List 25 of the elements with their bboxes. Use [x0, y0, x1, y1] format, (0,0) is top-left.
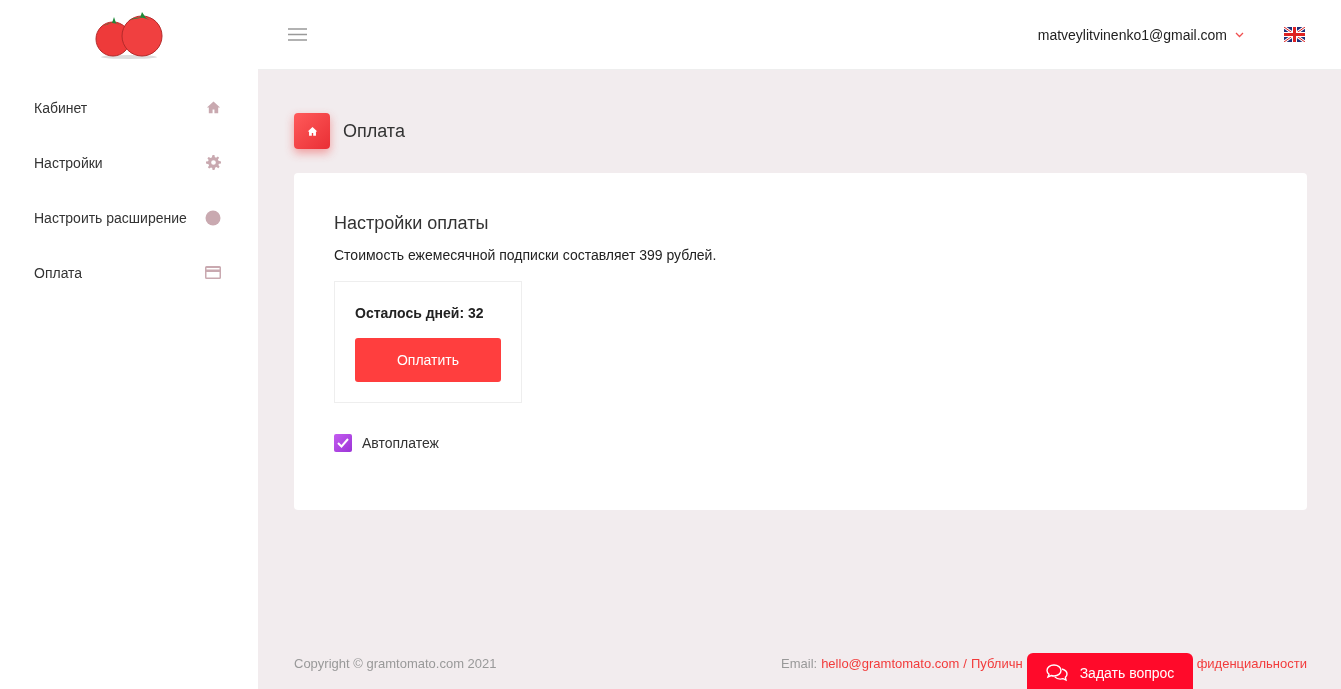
credit-card-icon [205, 266, 221, 279]
sidebar-item[interactable]: Настроить расширение [0, 190, 258, 245]
flag-icon[interactable] [1284, 27, 1305, 42]
chat-button[interactable]: Задать вопрос [1027, 653, 1193, 689]
menu-icon[interactable] [288, 28, 307, 41]
settings-icon [206, 155, 221, 170]
home-icon [206, 100, 221, 115]
autopay-label: Автоплатеж [362, 435, 439, 451]
page-title: Оплата [343, 120, 405, 142]
sidebar-item[interactable]: Настройки [0, 135, 258, 190]
circle-icon [205, 209, 221, 226]
chat-icon [1045, 664, 1068, 682]
tomato-logo [93, 11, 165, 59]
price-description: Стоимость ежемесячной подписки составляет 399 рублей. [334, 247, 717, 263]
caret-icon [1235, 31, 1244, 38]
card-title: Настройки оплаты [334, 213, 489, 234]
copyright-text: Copyright © gramtomato.com 2021 [294, 655, 497, 671]
sidebar-item[interactable]: Кабинет [0, 80, 258, 135]
autopay-checkbox[interactable] [334, 434, 352, 452]
home-badge [294, 113, 330, 149]
user-menu[interactable]: matveylitvinenko1@gmail.com [1031, 25, 1250, 44]
separator: / [963, 655, 967, 671]
sidebar-item[interactable]: Оплата [0, 245, 258, 300]
email-label: Email: [781, 655, 818, 671]
days-left: Осталось дней: 32 [355, 305, 485, 321]
